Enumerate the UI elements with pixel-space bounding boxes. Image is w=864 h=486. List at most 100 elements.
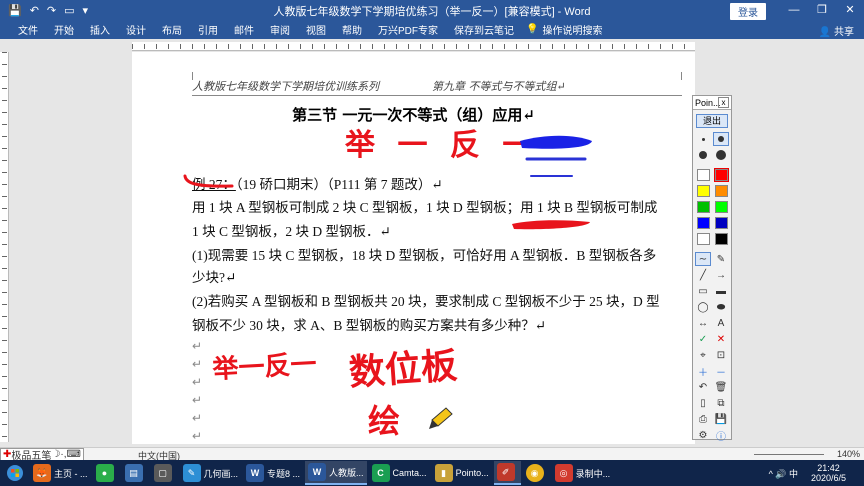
login-button[interactable]: 登录	[730, 3, 766, 20]
pointofix-exit-button[interactable]: 退出	[696, 114, 728, 128]
wechat-icon: ●	[95, 464, 114, 482]
taskbar-clock[interactable]: 21:42 2020/6/5	[811, 463, 846, 483]
horizontal-ruler[interactable]	[132, 42, 695, 51]
taskbar-word-1[interactable]: W 专题8 ...	[243, 461, 303, 485]
pin-icon[interactable]: ⌖	[695, 348, 711, 362]
tab-help[interactable]: 帮助	[334, 22, 370, 37]
zoom-region-icon[interactable]: ⊡	[713, 348, 729, 362]
taskbar-pointofix[interactable]: ▮ Pointo...	[432, 461, 492, 485]
minimize-icon[interactable]: —	[780, 0, 808, 20]
undo-icon[interactable]: ↶	[30, 4, 39, 17]
redo-icon[interactable]: ↷	[47, 4, 56, 17]
new-page-icon[interactable]: ▯	[695, 396, 711, 410]
filled-ellipse-icon[interactable]: ⬬	[713, 300, 729, 314]
settings-icon[interactable]: ⚙	[695, 428, 711, 442]
arrow-tool-icon[interactable]: →	[713, 268, 729, 282]
ime-keyboard-icon[interactable]: ⌨	[66, 449, 80, 460]
taskbar-firefox[interactable]: 🦊 主页 - ...	[30, 461, 91, 485]
color-swatch-white[interactable]	[696, 169, 710, 181]
taskbar-paint[interactable]: ✐	[493, 461, 521, 485]
taskbar-explorer[interactable]: ▤	[122, 461, 149, 485]
share-label: 共享	[834, 27, 854, 38]
color-swatch-blue[interactable]	[696, 217, 710, 229]
vertical-ruler[interactable]	[0, 52, 9, 442]
system-tray[interactable]: ^ 🔊 中	[769, 467, 798, 480]
marker-icon[interactable]: ✎	[713, 252, 729, 266]
copy-icon[interactable]: ⧉	[713, 396, 729, 410]
tab-review[interactable]: 审阅	[262, 22, 298, 37]
color-swatch-orange[interactable]	[714, 185, 728, 197]
header-chapter: 第九章 不等式与不等式组↵	[432, 80, 566, 93]
large-dot-size-icon[interactable]	[695, 148, 711, 162]
color-swatch-black[interactable]	[714, 233, 728, 245]
paint-icon: ✐	[496, 463, 515, 481]
taskbar-recorder[interactable]: ◎ 录制中...	[552, 461, 614, 485]
tab-view[interactable]: 视图	[298, 22, 334, 37]
cross-mark-icon[interactable]: ✕	[713, 332, 729, 346]
title-bar: 💾 ↶ ↷ ▭ ▾ 人教版七年级数学下学期培优练习（举一反一）[兼容模式] - …	[0, 0, 864, 20]
taskbar-camtasia[interactable]: C Camta...	[369, 461, 430, 485]
tab-cloud-note[interactable]: 保存到云笔记	[446, 22, 522, 37]
document-page[interactable]: 人教版七年级数学下学期培优训练系列 第九章 不等式与不等式组↵ 第三节 一元一次…	[132, 52, 695, 444]
zoom-in-icon[interactable]: ＋	[695, 364, 711, 379]
tab-file[interactable]: 文件	[10, 22, 46, 37]
pointofix-close-icon[interactable]: x	[718, 97, 729, 108]
window-icon: ▢	[153, 464, 172, 482]
firefox-icon: 🦊	[33, 464, 51, 482]
taskbar-label: 几何画...	[203, 468, 239, 479]
zoom-level[interactable]: 140%	[837, 449, 860, 459]
taskbar-window[interactable]: ▢	[151, 461, 178, 485]
pointofix-title-bar[interactable]: Poin... x	[693, 96, 731, 110]
rectangle-tool-icon[interactable]: ▭	[695, 284, 711, 298]
print-icon[interactable]: ⎙	[695, 412, 711, 426]
ribbon-tabs: 文件 开始 插入 设计 布局 引用 邮件 审阅 视图 帮助 万兴PDF专家 保存…	[0, 20, 864, 39]
ime-moon-icon[interactable]: ☽	[51, 449, 60, 460]
info-icon[interactable]: ⓘ	[713, 428, 729, 443]
start-button[interactable]	[0, 460, 30, 486]
tab-insert[interactable]: 插入	[82, 22, 118, 37]
save-icon[interactable]: 💾	[713, 412, 729, 426]
color-swatch-red[interactable]	[713, 168, 729, 182]
trash-icon[interactable]: 🗑	[713, 380, 729, 394]
undo-icon[interactable]: ↶	[695, 380, 711, 394]
color-swatch-navy[interactable]	[714, 217, 728, 229]
tab-pdf-expert[interactable]: 万兴PDF专家	[370, 22, 446, 37]
clock-time: 21:42	[817, 463, 840, 473]
double-arrow-icon[interactable]: ↔	[695, 316, 711, 330]
tab-layout[interactable]: 布局	[154, 22, 190, 37]
save-icon[interactable]: 💾	[8, 4, 22, 17]
tab-home[interactable]: 开始	[46, 22, 82, 37]
text-tool-icon[interactable]: A	[713, 316, 729, 330]
zoom-out-icon[interactable]: －	[713, 364, 729, 379]
line-tool-icon[interactable]: ╱	[695, 268, 711, 282]
zoom-slider[interactable]	[754, 454, 824, 455]
filled-rectangle-icon[interactable]: ▬	[713, 284, 729, 298]
tab-design[interactable]: 设计	[118, 22, 154, 37]
taskbar-chrome[interactable]: ◉	[523, 461, 550, 485]
ellipse-tool-icon[interactable]: ◯	[695, 300, 711, 314]
color-swatch-white-2[interactable]	[696, 233, 710, 245]
tab-mailings[interactable]: 邮件	[226, 22, 262, 37]
window-controls: — ❐ ✕	[780, 0, 864, 20]
share-button[interactable]: 👤 共享	[819, 23, 854, 38]
restore-icon[interactable]: ❐	[808, 0, 836, 20]
tab-references[interactable]: 引用	[190, 22, 226, 37]
taskbar-wechat[interactable]: ●	[93, 461, 120, 485]
small-dot-size-icon[interactable]	[695, 132, 711, 146]
tell-me-search[interactable]: 💡 操作说明搜索	[526, 22, 602, 37]
close-icon[interactable]: ✕	[836, 0, 864, 20]
pointofix-tool-grid	[693, 132, 731, 162]
pointofix-drawing-tools: ∼ ✎ ╱ → ▭ ▬ ◯ ⬬ ↔ A ✓ ✕ ⌖ ⊡ ＋ － ↶ 🗑 ▯ ⧉ …	[693, 252, 731, 443]
color-swatch-green[interactable]	[696, 201, 710, 213]
taskbar-geometer[interactable]: ✎ 几何画...	[180, 461, 242, 485]
taskbar-word-2[interactable]: W 人教版...	[305, 461, 367, 485]
medium-dot-size-icon[interactable]	[713, 132, 729, 146]
check-mark-icon[interactable]: ✓	[695, 332, 711, 346]
taskbar-label: 主页 - ...	[54, 468, 88, 479]
xlarge-dot-size-icon[interactable]	[713, 148, 729, 162]
customize-qat-icon[interactable]: ▾	[83, 4, 89, 17]
new-document-icon[interactable]: ▭	[64, 4, 74, 17]
color-swatch-lime[interactable]	[714, 201, 728, 213]
freehand-pen-icon[interactable]: ∼	[695, 252, 711, 266]
color-swatch-yellow[interactable]	[696, 185, 710, 197]
